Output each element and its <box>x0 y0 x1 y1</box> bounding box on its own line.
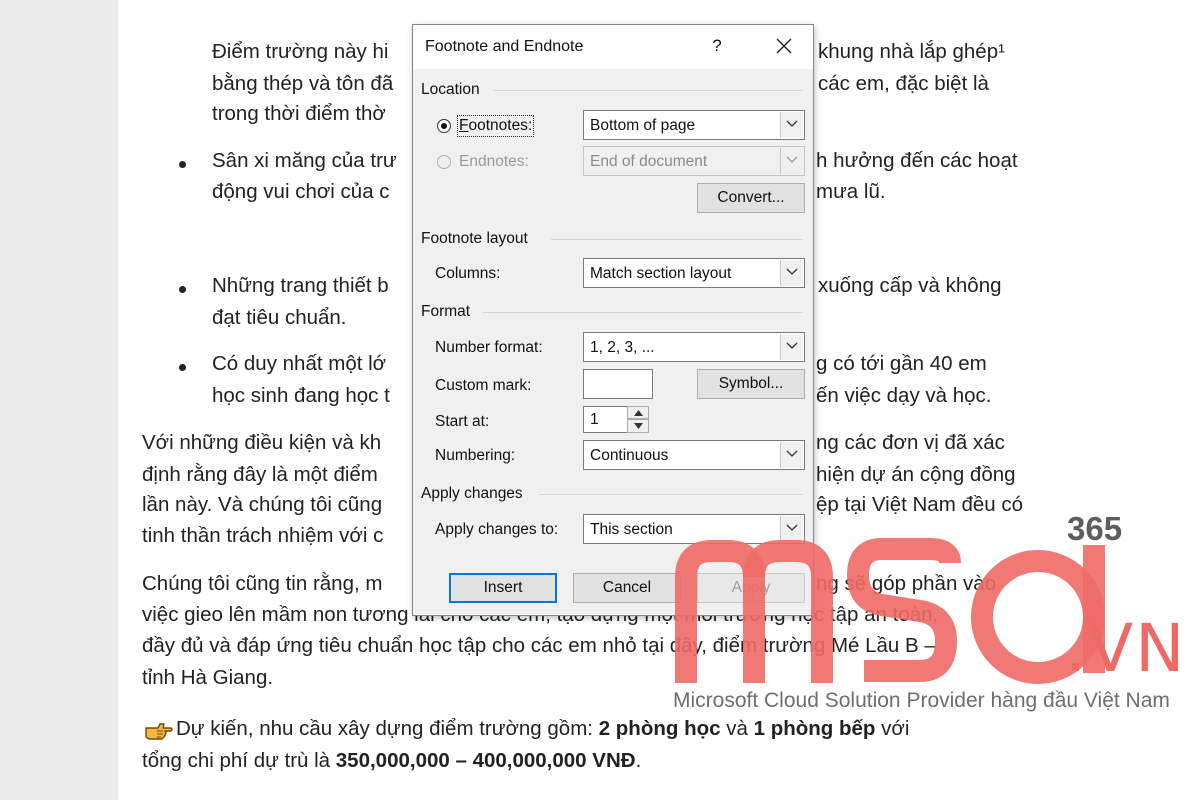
doc-line: trong thời điểm thờ <box>212 102 386 125</box>
start-at-input[interactable]: 1 <box>583 406 629 433</box>
bullet <box>179 364 186 371</box>
start-at-value: 1 <box>590 411 599 428</box>
chevron-down-icon <box>780 442 803 468</box>
convert-button[interactable]: Convert... <box>697 183 805 213</box>
endnotes-location-value: End of document <box>590 153 708 170</box>
endnotes-label: Endnotes: <box>459 153 529 170</box>
triangle-up-icon <box>634 410 643 416</box>
bullet <box>179 161 186 168</box>
doc-fragment: ến việc dạy và học. <box>816 384 992 407</box>
close-icon[interactable] <box>771 31 797 61</box>
doc-line: Với những điều kiện và kh <box>142 431 382 454</box>
doc-line: định rằng đây là một điểm <box>142 463 378 486</box>
start-at-label: Start at: <box>435 413 490 430</box>
columns-select[interactable]: Match section layout <box>583 258 805 288</box>
doc-fragment: khung nhà lắp ghép¹ <box>818 40 1005 63</box>
final-paragraph-line1: Dự kiến, nhu cầu xây dựng điểm trường gồ… <box>176 717 910 740</box>
columns-label: Columns: <box>435 265 501 282</box>
chevron-down-icon <box>780 260 803 286</box>
number-format-label: Number format: <box>435 339 543 356</box>
doc-line: bằng thép và tôn đã <box>212 72 394 95</box>
insert-button[interactable]: Insert <box>449 573 557 603</box>
doc-line: Chúng tôi cũng tin rằng, m <box>142 572 383 595</box>
doc-fragment: các em, đặc biệt là <box>818 72 989 95</box>
doc-line: tinh thần trách nhiệm với c <box>142 524 384 547</box>
page-left-margin <box>0 0 118 800</box>
footnotes-label: Footnotes: <box>456 115 535 137</box>
triangle-down-icon <box>634 423 643 429</box>
dialog-title: Footnote and Endnote <box>425 38 584 55</box>
doc-line: động vui chơi của c <box>212 180 390 203</box>
chevron-down-icon <box>780 148 803 174</box>
doc-fragment: h hưởng đến các hoạt <box>816 149 1018 172</box>
numbering-label: Numbering: <box>435 447 516 464</box>
doc-fragment: xuống cấp và không <box>818 274 1002 297</box>
doc-line: lần này. Và chúng tôi cũng <box>142 493 383 516</box>
format-heading: Format <box>421 303 471 320</box>
endnotes-location-select[interactable]: End of document <box>583 146 805 176</box>
help-button[interactable]: ? <box>707 36 727 56</box>
symbol-button[interactable]: Symbol... <box>697 369 805 399</box>
footnote-layout-heading: Footnote layout <box>421 230 528 247</box>
group-divider <box>483 312 803 313</box>
apply-changes-to-label: Apply changes to: <box>435 521 559 538</box>
doc-line: tỉnh Hà Giang. <box>142 666 274 689</box>
doc-line: học sinh đang học t <box>212 384 390 407</box>
doc-line: đạt tiêu chuẩn. <box>212 306 347 329</box>
chevron-down-icon <box>780 112 803 138</box>
chevron-down-icon <box>780 334 803 360</box>
columns-value: Match section layout <box>590 265 732 282</box>
doc-line: Những trang thiết b <box>212 274 389 297</box>
doc-fragment: mưa lũ. <box>816 180 886 203</box>
custom-mark-label: Custom mark: <box>435 377 532 394</box>
group-divider <box>539 494 803 495</box>
start-at-spinner: 1 <box>583 406 649 433</box>
doc-line: Có duy nhất một lớ <box>212 352 387 375</box>
watermark-365: 365 <box>1067 510 1123 547</box>
number-format-value: 1, 2, 3, ... <box>590 339 655 356</box>
number-format-select[interactable]: 1, 2, 3, ... <box>583 332 805 362</box>
numbering-select[interactable]: Continuous <box>583 440 805 470</box>
doc-line: Điểm trường này hi <box>212 40 389 63</box>
apply-changes-heading: Apply changes <box>421 485 523 502</box>
location-heading: Location <box>421 81 480 98</box>
pointing-hand-icon <box>145 723 173 740</box>
final-paragraph-line2: tổng chi phí dự trù là 350,000,000 – 400… <box>142 749 642 772</box>
watermark-tagline: Microsoft Cloud Solution Provider hàng đ… <box>673 689 1170 712</box>
spin-up-button[interactable] <box>627 406 649 419</box>
group-divider <box>493 90 803 91</box>
doc-fragment: hiện dự án cộng đồng <box>816 463 1016 486</box>
group-divider <box>551 239 803 240</box>
footnotes-location-value: Bottom of page <box>590 117 696 134</box>
bullet <box>179 286 186 293</box>
footnotes-radio[interactable] <box>437 119 451 133</box>
dialog-titlebar[interactable]: Footnote and Endnote ? <box>413 25 813 69</box>
doc-fragment: ng các đơn vị đã xác <box>816 431 1005 454</box>
custom-mark-input[interactable] <box>583 369 653 399</box>
doc-line: Sân xi măng của trư <box>212 149 397 172</box>
numbering-value: Continuous <box>590 447 669 464</box>
endnotes-radio[interactable] <box>437 155 451 169</box>
footnotes-location-select[interactable]: Bottom of page <box>583 110 805 140</box>
doc-fragment: g có tới gần 40 em <box>816 352 987 375</box>
spin-down-button[interactable] <box>627 419 649 433</box>
watermark-vn: .VN <box>1065 610 1187 687</box>
